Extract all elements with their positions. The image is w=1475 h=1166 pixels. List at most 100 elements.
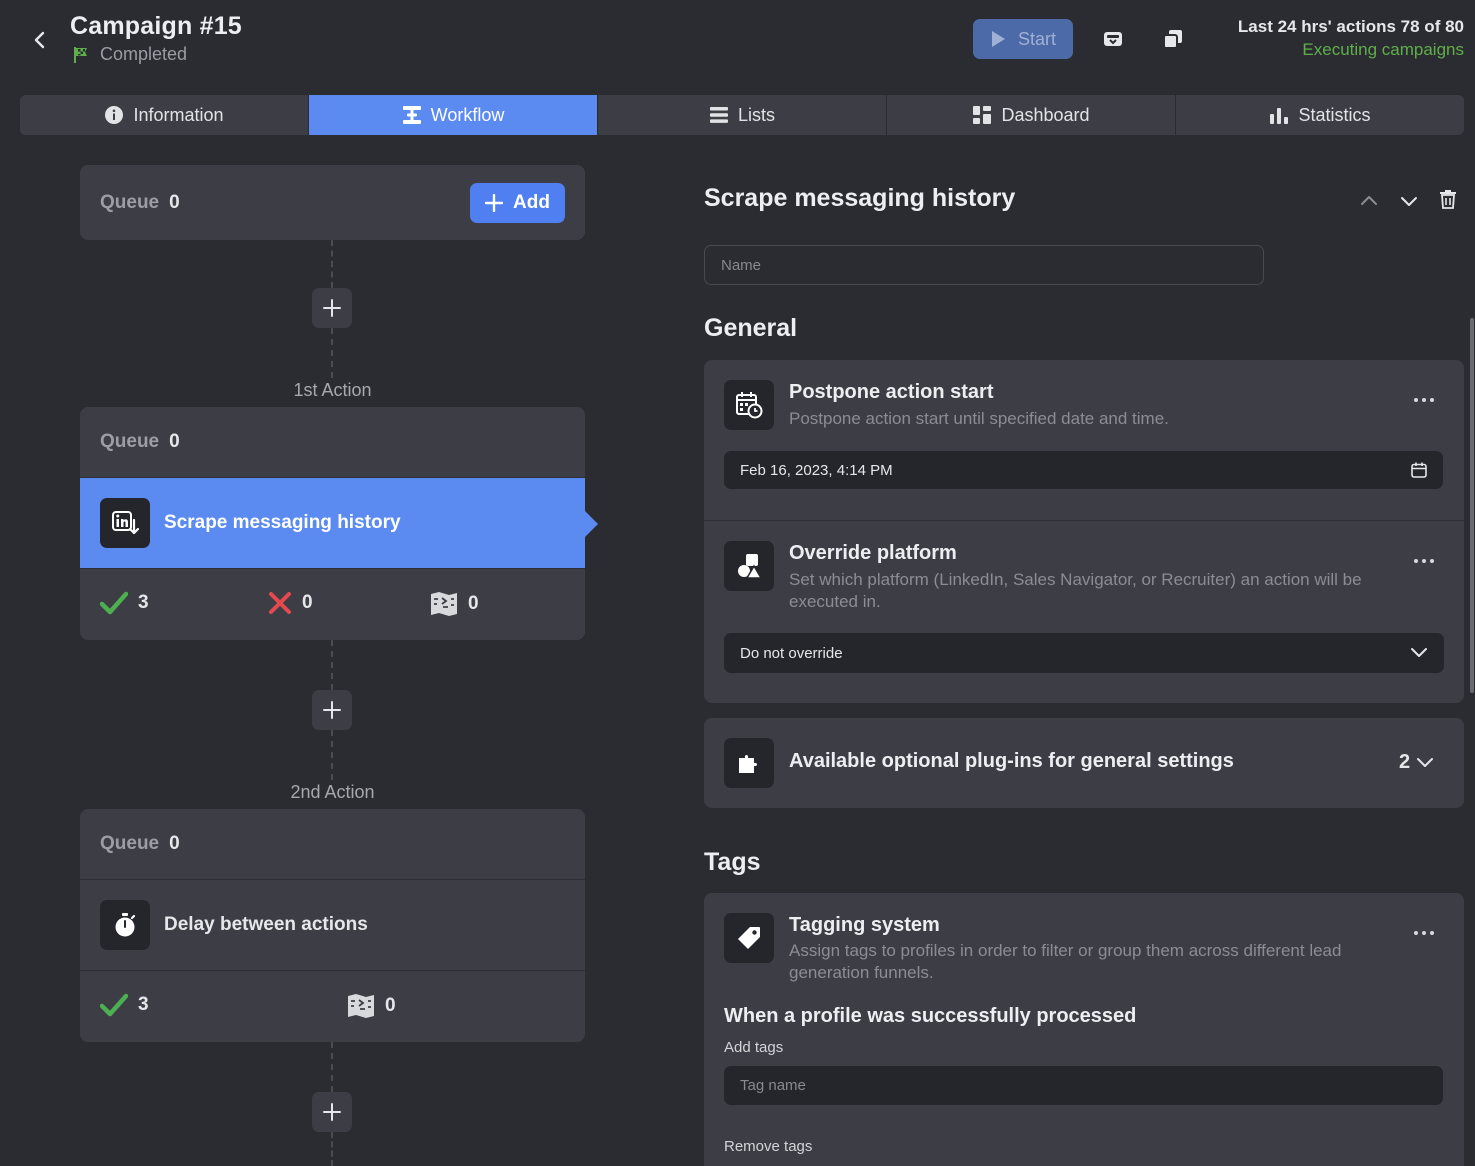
skipped-count: 0	[385, 995, 396, 1016]
map-skip-icon	[348, 994, 374, 1018]
selected-pointer	[585, 511, 598, 537]
skipped-stat[interactable]: 0	[347, 993, 396, 1019]
postpone-more-button[interactable]	[1409, 390, 1439, 410]
override-more-button[interactable]	[1409, 551, 1439, 571]
add-tag-input[interactable]	[724, 1066, 1443, 1105]
action-heading: 1st Action	[293, 380, 372, 400]
add-tags-label: Add tags	[724, 1039, 784, 1056]
insert-action-button[interactable]	[312, 1092, 352, 1132]
success-stat[interactable]: 3	[100, 591, 149, 615]
copy-icon	[1163, 30, 1182, 49]
skipped-count: 0	[468, 593, 479, 614]
scrollbar[interactable]	[1470, 318, 1474, 693]
action-item-selected[interactable]: Scrape messaging history	[80, 478, 585, 568]
failed-stat[interactable]: 0	[268, 591, 313, 615]
plus-icon	[323, 1103, 341, 1121]
tab-dashboard[interactable]: Dashboard	[887, 95, 1176, 135]
tab-lists[interactable]: Lists	[598, 95, 887, 135]
tab-dashboard-label: Dashboard	[1001, 104, 1090, 125]
workflow-connector	[331, 640, 333, 690]
insert-action-button[interactable]	[312, 690, 352, 730]
failed-count: 0	[302, 592, 313, 613]
trash-icon	[1440, 190, 1456, 209]
action-name-input[interactable]	[704, 245, 1264, 285]
workflow-connector	[331, 730, 333, 780]
plugins-count-value: 2	[1399, 751, 1411, 773]
skipped-stat[interactable]: 0	[430, 591, 479, 617]
action-name: Scrape messaging history	[164, 512, 401, 533]
postpone-description: Postpone action start until specified da…	[789, 409, 1169, 428]
action-stats: 3 0	[80, 971, 585, 1042]
check-icon	[100, 993, 128, 1017]
tab-information[interactable]: Information	[20, 95, 309, 135]
duplicate-button[interactable]	[1160, 26, 1186, 52]
add-profiles-button[interactable]: Add	[470, 182, 565, 223]
tab-bar: Information Workflow Lists Dashboard Sta…	[20, 95, 1464, 135]
tab-statistics[interactable]: Statistics	[1176, 95, 1464, 135]
general-section-title: General	[704, 314, 798, 342]
tab-workflow-label: Workflow	[430, 104, 505, 125]
action-name: Delay between actions	[164, 914, 368, 935]
action-item[interactable]: Delay between actions	[80, 880, 585, 970]
success-tags-heading: When a profile was successfully processe…	[724, 1005, 1137, 1027]
insert-action-button[interactable]	[312, 288, 352, 328]
workflow-connector	[331, 1132, 333, 1166]
queue-count: 0	[169, 191, 180, 213]
executing-campaigns-link[interactable]: Executing campaigns	[1302, 40, 1464, 60]
scrape-linkedin-icon	[100, 498, 150, 548]
override-description: Set which platform (LinkedIn, Sales Navi…	[789, 570, 1362, 611]
map-skip-icon	[431, 592, 457, 616]
success-count: 3	[138, 994, 149, 1015]
success-count: 3	[138, 592, 149, 613]
back-button[interactable]	[26, 26, 54, 54]
list-icon	[709, 107, 728, 123]
override-title: Override platform	[789, 542, 957, 564]
chevron-down-icon	[1411, 648, 1427, 657]
queue-label: Queue	[100, 191, 160, 213]
platform-select[interactable]: Do not override	[724, 633, 1444, 673]
tab-information-label: Information	[133, 104, 224, 125]
workflow-connector	[331, 328, 333, 378]
start-button[interactable]: Start	[973, 19, 1073, 59]
bar-chart-icon	[1270, 108, 1289, 124]
delete-action-button[interactable]	[1439, 189, 1459, 211]
tagging-more-button[interactable]	[1409, 923, 1439, 943]
play-icon	[991, 31, 1005, 47]
action-details-title: Scrape messaging history	[704, 184, 1016, 212]
archive-button[interactable]	[1100, 26, 1126, 52]
remove-tags-label: Remove tags	[724, 1138, 813, 1155]
tab-lists-label: Lists	[737, 104, 775, 125]
chevron-down-icon	[1417, 757, 1434, 767]
finish-flag-icon	[74, 46, 87, 63]
move-up-button[interactable]	[1358, 190, 1380, 212]
divider	[704, 520, 1464, 521]
status-label: Completed	[100, 44, 188, 64]
shapes-icon	[724, 541, 774, 591]
postpone-datetime-field[interactable]: Feb 16, 2023, 4:14 PM	[724, 451, 1443, 489]
action-queue: Queue 0	[80, 809, 585, 879]
tag-icon	[724, 913, 774, 963]
queue-label: Queue	[100, 833, 160, 854]
start-label: Start	[1017, 28, 1056, 49]
cross-icon	[269, 592, 291, 614]
campaign-title: Campaign #15	[70, 12, 242, 40]
postpone-title: Postpone action start	[789, 381, 994, 403]
action-stats: 3 0 0	[80, 569, 585, 640]
plugins-card[interactable]: Available optional plug-ins for general …	[704, 718, 1464, 808]
info-icon	[105, 106, 124, 124]
tab-workflow[interactable]: Workflow	[309, 95, 598, 135]
plugins-count: 2	[1399, 751, 1434, 774]
chevron-left-icon	[34, 31, 45, 49]
chevron-up-icon	[1361, 196, 1377, 205]
puzzle-icon	[724, 738, 774, 788]
campaign-status: Completed	[72, 44, 187, 65]
add-label: Add	[513, 191, 550, 213]
success-stat[interactable]: 3	[100, 993, 149, 1017]
dashboard-icon	[973, 106, 992, 124]
action-card: Queue 0 Scrape messaging history 3 0 0	[80, 407, 585, 640]
tagging-title: Tagging system	[789, 914, 940, 936]
check-icon	[100, 591, 128, 615]
workflow-connector	[331, 1042, 333, 1092]
plus-icon	[323, 299, 341, 317]
move-down-button[interactable]	[1398, 190, 1420, 212]
